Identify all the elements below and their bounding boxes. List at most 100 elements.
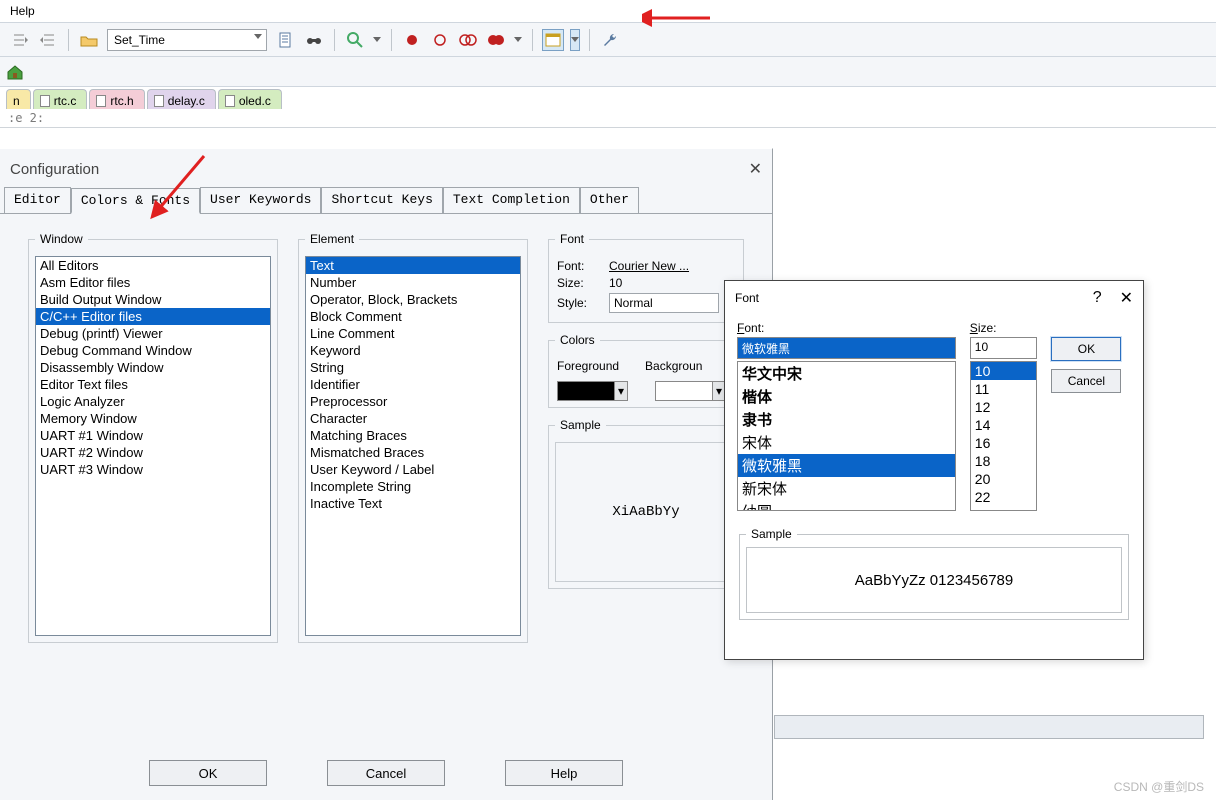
wrench-icon[interactable] [599, 29, 621, 51]
tab-other[interactable]: Other [580, 187, 639, 213]
function-dropdown[interactable]: Set_Time [107, 29, 267, 51]
font-input[interactable]: 微软雅黑 [737, 337, 956, 359]
help-button[interactable]: Help [505, 760, 623, 786]
indent-right-icon[interactable] [37, 29, 59, 51]
sample-legend: Sample [746, 527, 797, 541]
list-item[interactable]: 12 [971, 398, 1037, 416]
list-item[interactable]: UART #3 Window [36, 461, 270, 478]
list-item[interactable]: 隶书 [738, 408, 955, 431]
filled-circles-icon[interactable] [485, 29, 507, 51]
chevron-down-icon[interactable] [513, 29, 523, 51]
window-listbox[interactable]: All EditorsAsm Editor filesBuild Output … [35, 256, 271, 636]
file-tab-rtc-h[interactable]: rtc.h [89, 89, 144, 109]
list-item[interactable]: 微软雅黑 [738, 454, 955, 477]
chevron-down-icon[interactable] [372, 29, 382, 51]
list-item[interactable]: Preprocessor [306, 393, 520, 410]
tab-shortcut-keys[interactable]: Shortcut Keys [321, 187, 442, 213]
list-item[interactable]: 11 [971, 380, 1037, 398]
list-item[interactable]: 16 [971, 434, 1037, 452]
red-dot-icon[interactable] [401, 29, 423, 51]
list-item[interactable]: 22 [971, 488, 1037, 506]
list-item[interactable]: UART #2 Window [36, 444, 270, 461]
folder-open-icon[interactable] [78, 29, 100, 51]
list-item[interactable]: Operator, Block, Brackets [306, 291, 520, 308]
background-color-button[interactable]: ▾ [655, 381, 713, 401]
close-icon[interactable]: ✕ [1120, 288, 1133, 308]
list-item[interactable]: String [306, 359, 520, 376]
size-listbox[interactable]: 10111214161820222426 [970, 361, 1038, 511]
tab-editor[interactable]: Editor [4, 187, 71, 213]
ok-button[interactable]: OK [149, 760, 267, 786]
list-item[interactable]: Matching Braces [306, 427, 520, 444]
home-icon[interactable] [6, 64, 24, 80]
list-item[interactable]: Editor Text files [36, 376, 270, 393]
list-item[interactable]: 宋体 [738, 431, 955, 454]
file-tab-oled-c[interactable]: oled.c [218, 89, 282, 109]
help-icon[interactable]: ? [1093, 289, 1102, 307]
list-item[interactable]: Number [306, 274, 520, 291]
indent-left-icon[interactable] [9, 29, 31, 51]
list-item[interactable]: 18 [971, 452, 1037, 470]
double-circle-icon[interactable] [457, 29, 479, 51]
style-label: Style: [557, 296, 605, 310]
list-item[interactable]: 新宋体 [738, 477, 955, 500]
list-item[interactable]: User Keyword / Label [306, 461, 520, 478]
list-item[interactable]: Identifier [306, 376, 520, 393]
sample-group: Sample AaBbYyZz 0123456789 [739, 527, 1129, 620]
style-select[interactable]: Normal [609, 293, 719, 313]
list-item[interactable]: Debug (printf) Viewer [36, 325, 270, 342]
cancel-button[interactable]: Cancel [327, 760, 445, 786]
foreground-color-button[interactable]: ▾ [557, 381, 615, 401]
list-item[interactable]: Debug Command Window [36, 342, 270, 359]
list-item[interactable]: Disassembly Window [36, 359, 270, 376]
tab-text-completion[interactable]: Text Completion [443, 187, 580, 213]
list-item[interactable]: Logic Analyzer [36, 393, 270, 410]
element-listbox[interactable]: TextNumberOperator, Block, BracketsBlock… [305, 256, 521, 636]
list-item[interactable]: Keyword [306, 342, 520, 359]
list-item[interactable]: 10 [971, 362, 1037, 380]
list-item[interactable]: Incomplete String [306, 478, 520, 495]
list-item[interactable]: Block Comment [306, 308, 520, 325]
status-bar-strip [774, 715, 1204, 739]
menu-help[interactable]: Help [10, 4, 35, 18]
tab-label: rtc.h [110, 94, 133, 108]
list-item[interactable]: Character [306, 410, 520, 427]
size-input[interactable]: 10 [970, 337, 1038, 359]
list-item[interactable]: 楷体 [738, 385, 955, 408]
zoom-icon[interactable] [344, 29, 366, 51]
list-item[interactable]: C/C++ Editor files [36, 308, 270, 325]
font-value[interactable]: Courier New ... [609, 259, 735, 273]
list-item[interactable]: Memory Window [36, 410, 270, 427]
file-tab-partial[interactable]: n [6, 89, 31, 109]
tab-user-keywords[interactable]: User Keywords [200, 187, 321, 213]
file-tab-delay-c[interactable]: delay.c [147, 89, 216, 109]
list-item[interactable]: 20 [971, 470, 1037, 488]
binoculars-icon[interactable] [303, 29, 325, 51]
dialog-button-bar: OK Cancel Help [0, 760, 772, 786]
list-item[interactable]: Text [306, 257, 520, 274]
list-item[interactable]: Asm Editor files [36, 274, 270, 291]
cancel-button[interactable]: Cancel [1051, 369, 1121, 393]
list-item[interactable]: 24 [971, 506, 1037, 511]
list-item[interactable]: All Editors [36, 257, 270, 274]
list-item[interactable]: 华文中宋 [738, 362, 955, 385]
list-item[interactable]: 14 [971, 416, 1037, 434]
list-item[interactable]: Line Comment [306, 325, 520, 342]
chevron-down-icon[interactable]: ▾ [614, 381, 628, 401]
window-icon[interactable] [542, 29, 564, 51]
list-item[interactable]: Inactive Text [306, 495, 520, 512]
file-tab-rtc-c[interactable]: rtc.c [33, 89, 88, 109]
list-item[interactable]: Build Output Window [36, 291, 270, 308]
font-listbox[interactable]: 华文中宋楷体隶书宋体微软雅黑新宋体幼圆 [737, 361, 956, 511]
circle-icon[interactable] [429, 29, 451, 51]
list-item[interactable]: 幼圆 [738, 500, 955, 511]
chevron-down-icon[interactable] [570, 29, 580, 51]
doc-icon [96, 95, 106, 107]
list-item[interactable]: Mismatched Braces [306, 444, 520, 461]
ok-button[interactable]: OK [1051, 337, 1121, 361]
close-icon[interactable]: ✕ [749, 159, 762, 179]
document-icon[interactable] [275, 29, 297, 51]
window-legend: Window [35, 232, 88, 246]
tab-colors-fonts[interactable]: Colors & Fonts [71, 188, 200, 214]
list-item[interactable]: UART #1 Window [36, 427, 270, 444]
